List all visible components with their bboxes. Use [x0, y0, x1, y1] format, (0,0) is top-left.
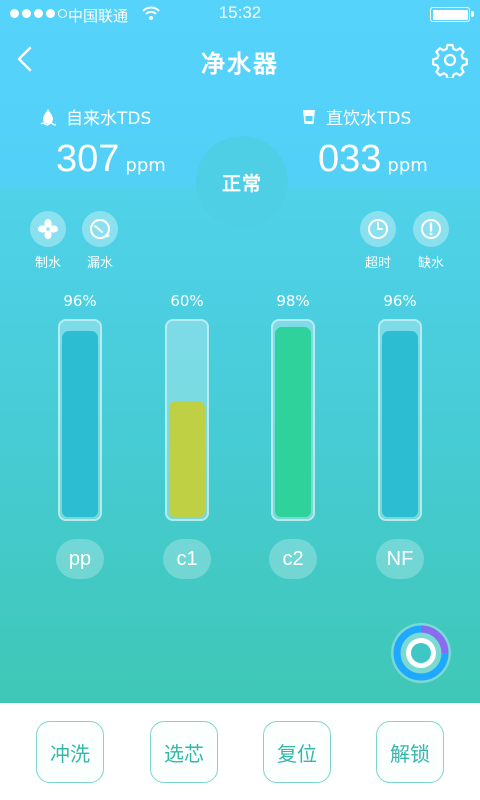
tap-water-tds-unit: ppm [125, 155, 166, 176]
clock-icon [360, 211, 396, 247]
indicator-water-shortage-label: 缺水 [417, 256, 444, 271]
flush-button[interactable]: 冲洗 [36, 721, 104, 783]
fan-icon [30, 211, 66, 247]
filter-level-bar [275, 327, 311, 517]
direct-water-tds-label: 直饮水TDS [302, 104, 411, 129]
water-purifier-screen: 中国联通 15:32 净水器 自来水TDS 307 ppm 直饮水TDS 033… [0, 0, 480, 703]
unlock-button[interactable]: 解锁 [376, 721, 444, 783]
direct-water-tds-value: 033 ppm [318, 138, 428, 181]
tap-water-tds-value: 307 ppm [56, 138, 166, 181]
warning-icon [413, 211, 449, 247]
direct-water-tds-unit: ppm [387, 155, 428, 176]
indicator-leak: 漏水 [78, 211, 122, 271]
filter-name-button[interactable]: c1 [163, 539, 211, 579]
page-title: 净水器 [201, 50, 279, 78]
filter-name-button[interactable]: NF [376, 539, 424, 579]
cup-icon [303, 109, 315, 124]
filter-level-bar [169, 401, 205, 517]
status-badge: 正常 [196, 136, 288, 228]
bottom-action-bar: 冲洗 选芯 复位 解锁 [0, 703, 480, 800]
indicator-water-shortage: 缺水 [409, 211, 453, 271]
indicator-timeout-label: 超时 [364, 256, 391, 271]
filter-percent-label: 98% [276, 292, 310, 310]
leak-gauge-icon [82, 211, 118, 247]
filter-c1: 60% c1 [157, 290, 217, 579]
select-core-button[interactable]: 选芯 [150, 721, 218, 783]
filter-level-tube [165, 319, 209, 521]
indicator-timeout: 超时 [356, 211, 400, 271]
gear-icon[interactable] [432, 42, 468, 78]
filter-name-button[interactable]: pp [56, 539, 104, 579]
indicator-making-water-label: 制水 [34, 256, 61, 271]
battery-icon [430, 7, 474, 22]
tap-water-tds-label: 自来水TDS [40, 104, 151, 129]
water-drop-icon [40, 108, 56, 126]
ring-action-button[interactable] [388, 620, 454, 686]
indicator-leak-label: 漏水 [86, 256, 113, 271]
filter-level-tube [58, 319, 102, 521]
tap-water-tds-text: 自来水TDS [66, 109, 152, 129]
filter-level-tube [271, 319, 315, 521]
filter-nf: 96% NF [370, 290, 430, 579]
indicator-making-water: 制水 [26, 211, 70, 271]
filter-level-bar [382, 331, 418, 517]
filter-percent-label: 96% [63, 292, 97, 310]
filter-level-tube [378, 319, 422, 521]
direct-water-tds-text: 直饮水TDS [326, 109, 412, 129]
filter-pp: 96% pp [50, 290, 110, 579]
filter-percent-label: 96% [383, 292, 417, 310]
tap-water-tds-number: 307 [56, 138, 120, 180]
clock: 15:32 [218, 3, 262, 22]
filter-name-button[interactable]: c2 [269, 539, 317, 579]
direct-water-tds-number: 033 [318, 138, 382, 180]
filter-level-bar [62, 331, 98, 517]
filter-c2: 98% c2 [263, 290, 323, 579]
filter-percent-label: 60% [170, 292, 204, 310]
status-bar: 中国联通 15:32 [0, 0, 480, 28]
reset-button[interactable]: 复位 [263, 721, 331, 783]
